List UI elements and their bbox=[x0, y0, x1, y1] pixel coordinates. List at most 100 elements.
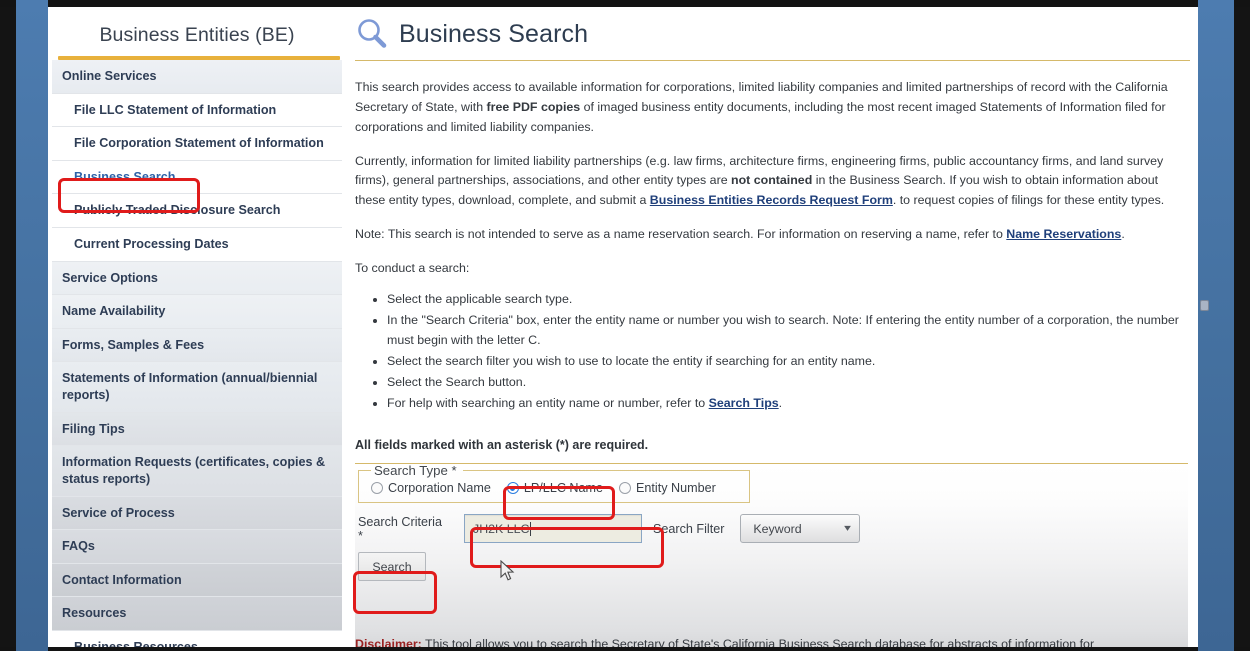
sidebar-item-service-of-process[interactable]: Service of Process bbox=[52, 496, 342, 531]
sidebar-item-label[interactable]: Current Processing Dates bbox=[74, 237, 229, 251]
sidebar-item-label[interactable]: Statements of Information (annual/bienni… bbox=[62, 371, 317, 402]
sidebar-item-label[interactable]: File Corporation Statement of Informatio… bbox=[74, 136, 324, 150]
search-form-region: All fields marked with an asterisk (*) a… bbox=[350, 427, 1198, 647]
search-type-required-star: * bbox=[451, 463, 457, 479]
window-edge-bottom bbox=[0, 647, 1250, 651]
sidebar-item-label[interactable]: Filing Tips bbox=[62, 422, 125, 436]
name-reservations-link[interactable]: Name Reservations bbox=[1006, 227, 1121, 241]
search-button-row: Search bbox=[358, 552, 1188, 582]
step-item: Select the search filter you wish to use… bbox=[387, 351, 1188, 371]
sidebar-title: Business Entities (BE) bbox=[99, 24, 295, 46]
search-type-radio-group: Corporation Name LP/LLC Name Entity Number bbox=[371, 481, 737, 495]
sidebar-item-label[interactable]: Name Availability bbox=[62, 304, 165, 318]
sidebar-nav: Online Services File LLC Statement of Inf… bbox=[52, 60, 342, 647]
sidebar-item-label[interactable]: Resources bbox=[62, 606, 126, 620]
sidebar-item-label[interactable]: Online Services bbox=[62, 69, 157, 83]
page-title: Business Search bbox=[399, 19, 589, 48]
intro-p2-bold: not contained bbox=[731, 173, 813, 188]
sidebar-item-filing-tips[interactable]: Filing Tips bbox=[52, 412, 342, 447]
sidebar-item-label[interactable]: Forms, Samples & Fees bbox=[62, 338, 204, 352]
intro-p3-text-a: Note: This search is not intended to ser… bbox=[355, 227, 1007, 242]
search-filter-select[interactable]: Keyword ▾ bbox=[740, 514, 861, 544]
step-item: Select the Search button. bbox=[387, 372, 1188, 392]
radio-lp-llc-name[interactable]: LP/LLC Name bbox=[506, 481, 603, 495]
sidebar-item-online-services[interactable]: Online Services bbox=[52, 60, 342, 94]
sidebar-item-current-processing-dates[interactable]: Current Processing Dates bbox=[52, 228, 342, 262]
intro-paragraph-3: Note: This search is not intended to ser… bbox=[355, 225, 1188, 245]
disclaimer-text: This tool allows you to search the Secre… bbox=[421, 637, 1095, 647]
radio-corporation-name[interactable]: Corporation Name bbox=[371, 481, 491, 495]
intro-paragraph-2: Currently, information for limited liabi… bbox=[355, 152, 1188, 212]
required-fields-note: All fields marked with an asterisk (*) a… bbox=[355, 438, 649, 453]
intro-copy: This search provides access to available… bbox=[350, 78, 1198, 413]
sidebar-item-label[interactable]: Service Options bbox=[62, 271, 158, 285]
search-type-legend: Search Type * bbox=[371, 463, 463, 478]
page-header: Business Search bbox=[350, 7, 1198, 51]
step-item-search-tips: For help with searching an entity name o… bbox=[387, 393, 1188, 413]
window-edge-left bbox=[0, 0, 16, 651]
window-edge-right bbox=[1234, 0, 1250, 651]
intro-p3-text-b: . bbox=[1121, 227, 1125, 242]
search-criteria-input[interactable]: JH2K LLC bbox=[464, 514, 642, 544]
sidebar-item-business-resources[interactable]: Business Resources bbox=[52, 630, 342, 647]
sidebar-item-label[interactable]: Contact Information bbox=[62, 573, 182, 587]
step-last-text-b: . bbox=[778, 396, 783, 411]
radio-unselected-icon[interactable] bbox=[371, 482, 383, 495]
sidebar-item-name-availability[interactable]: Name Availability bbox=[52, 295, 342, 329]
search-filter-label: Search Filter bbox=[653, 521, 725, 536]
records-request-form-link[interactable]: Business Entities Records Request Form bbox=[650, 193, 893, 207]
search-tips-link[interactable]: Search Tips bbox=[709, 396, 779, 410]
sidebar-item-forms-samples-fees[interactable]: Forms, Samples & Fees bbox=[52, 328, 342, 363]
search-button[interactable]: Search bbox=[358, 552, 426, 582]
radio-entity-number[interactable]: Entity Number bbox=[619, 481, 716, 495]
chevron-down-icon: ▾ bbox=[844, 523, 852, 535]
page-content: Business Entities (BE) Online Services Fi… bbox=[48, 7, 1198, 647]
intro-paragraph-1: This search provides access to available… bbox=[355, 78, 1188, 138]
search-criteria-label-text: Search Criteria bbox=[358, 514, 442, 529]
window-edge-top bbox=[0, 0, 1250, 7]
step-item: In the "Search Criteria" box, enter the … bbox=[387, 310, 1188, 350]
site-background-right bbox=[1198, 0, 1234, 651]
disclaimer: Disclaimer: This tool allows you to sear… bbox=[355, 635, 1188, 647]
search-criteria-label: Search Criteria * bbox=[358, 515, 450, 543]
intro-p2-text-c: . to request copies of filings for these… bbox=[892, 193, 1165, 208]
disclaimer-label: Disclaimer: bbox=[355, 637, 422, 647]
scrollbar-thumb[interactable] bbox=[1200, 300, 1209, 311]
sidebar: Business Entities (BE) Online Services Fi… bbox=[52, 7, 342, 647]
steps-list: Select the applicable search type.In the… bbox=[355, 289, 1188, 414]
sidebar-item-publicly-traded-disclosure-search[interactable]: Publicly Traded Disclosure Search bbox=[52, 194, 342, 229]
magnifier-icon bbox=[355, 17, 389, 51]
main-content: Business Search This search provides acc… bbox=[350, 7, 1198, 647]
text-caret bbox=[530, 521, 532, 536]
search-type-legend-text: Search Type bbox=[374, 463, 448, 479]
sidebar-item-file-corporation-statement-of-information[interactable]: File Corporation Statement of Informatio… bbox=[52, 127, 342, 161]
search-filter-value: Keyword bbox=[753, 521, 802, 536]
search-criteria-required-star: * bbox=[358, 528, 363, 543]
sidebar-item-statements-of-information-annual-biennial-reports[interactable]: Statements of Information (annual/bienni… bbox=[52, 362, 342, 413]
sidebar-item-label[interactable]: File LLC Statement of Information bbox=[74, 103, 276, 117]
form-fields: Search Type * Corporation Name LP/LLC Nam… bbox=[355, 463, 1188, 582]
sidebar-item-information-requests-certificates-copies-status-reports[interactable]: Information Requests (certificates, copi… bbox=[52, 446, 342, 497]
sidebar-item-file-llc-statement-of-information[interactable]: File LLC Statement of Information bbox=[52, 93, 342, 128]
search-criteria-row: Search Criteria * JH2K LLC Search Filter… bbox=[358, 514, 1188, 544]
radio-unselected-icon[interactable] bbox=[619, 482, 632, 495]
step-last-text-a: For help with searching an entity name o… bbox=[387, 396, 709, 411]
sidebar-item-business-search[interactable]: Business Search bbox=[52, 160, 342, 195]
sidebar-item-label[interactable]: FAQs bbox=[62, 539, 95, 553]
sidebar-item-label[interactable]: Service of Process bbox=[62, 506, 175, 520]
sidebar-item-label[interactable]: Information Requests (certificates, copi… bbox=[62, 455, 325, 486]
sidebar-item-contact-information[interactable]: Contact Information bbox=[52, 563, 342, 598]
search-type-fieldset: Search Type * Corporation Name LP/LLC Nam… bbox=[358, 463, 750, 504]
radio-selected-icon[interactable] bbox=[506, 482, 519, 495]
sidebar-item-label[interactable]: Business Search bbox=[74, 170, 176, 184]
sidebar-item-label[interactable]: Business Resources bbox=[74, 640, 198, 647]
sidebar-item-faqs[interactable]: FAQs bbox=[52, 530, 342, 564]
search-criteria-value: JH2K LLC bbox=[473, 521, 530, 536]
header-rule bbox=[355, 60, 1190, 61]
browser-window: Business Entities (BE) Online Services Fi… bbox=[0, 0, 1250, 651]
sidebar-item-service-options[interactable]: Service Options bbox=[52, 261, 342, 296]
step-item: Select the applicable search type. bbox=[387, 289, 1188, 309]
sidebar-item-label[interactable]: Publicly Traded Disclosure Search bbox=[74, 203, 280, 217]
radio-label: Entity Number bbox=[636, 481, 716, 496]
sidebar-item-resources[interactable]: Resources bbox=[52, 597, 342, 631]
